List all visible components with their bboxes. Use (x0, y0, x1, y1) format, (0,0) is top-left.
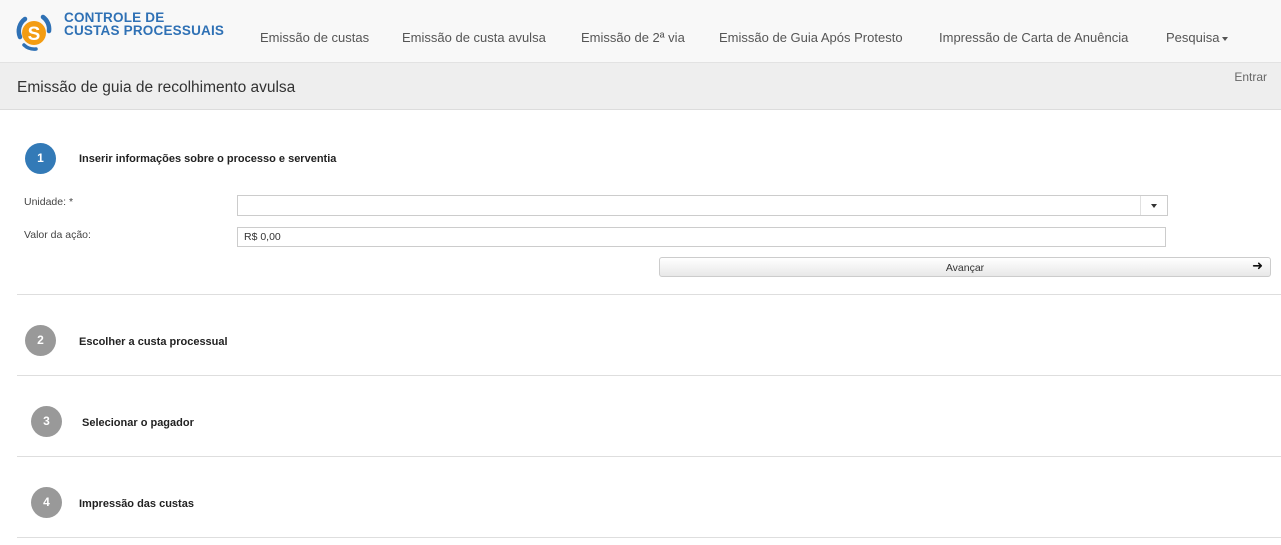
nav-pesquisa-dropdown[interactable]: Pesquisa (1166, 30, 1229, 45)
nav-carta-anuencia[interactable]: Impressão de Carta de Anuência (939, 30, 1128, 45)
step-divider (17, 375, 1281, 376)
step-2-title: Escolher a custa processual (79, 336, 228, 348)
unidade-select[interactable] (237, 195, 1168, 216)
step-divider (17, 456, 1281, 457)
brand-title[interactable]: CONTROLE DE CUSTAS PROCESSUAIS (64, 11, 225, 38)
step-3-title: Selecionar o pagador (82, 417, 194, 429)
step-4-title: Impressão das custas (79, 498, 194, 510)
caret-down-icon (1222, 36, 1229, 41)
page-title: Emissão de guia de recolhimento avulsa (17, 79, 296, 96)
step-divider (17, 294, 1281, 295)
arrow-right-icon: ➜ (1252, 258, 1263, 273)
nav-emissao-custa-avulsa[interactable]: Emissão de custa avulsa (402, 30, 546, 45)
unidade-label: Unidade: * (24, 196, 74, 208)
step-4-badge: 4 (31, 487, 62, 518)
select-arrow[interactable] (1140, 196, 1167, 215)
brand-line-2: CUSTAS PROCESSUAIS (64, 23, 225, 38)
valor-acao-label: Valor da ação: (24, 229, 91, 241)
step-2-badge: 2 (25, 325, 56, 356)
avancar-button[interactable]: Avançar ➜ (659, 257, 1271, 277)
step-1-badge: 1 (25, 143, 56, 174)
top-navbar: S CONTROLE DE CUSTAS PROCESSUAIS Emissão… (0, 0, 1281, 63)
valor-acao-input[interactable] (237, 227, 1166, 247)
step-divider (17, 537, 1281, 538)
avancar-label: Avançar (945, 262, 985, 274)
logo-icon[interactable]: S (14, 11, 54, 51)
login-link[interactable]: Entrar (1234, 70, 1267, 84)
nav-pesquisa-label: Pesquisa (1166, 30, 1220, 45)
nav-emissao-custas[interactable]: Emissão de custas (260, 30, 369, 45)
svg-text:S: S (28, 24, 41, 45)
nav-guia-apos-protesto[interactable]: Emissão de Guia Após Protesto (719, 30, 903, 45)
step-1-title: Inserir informações sobre o processo e s… (79, 153, 337, 165)
step-3-badge: 3 (31, 406, 62, 437)
nav-emissao-2a-via[interactable]: Emissão de 2ª via (581, 30, 685, 45)
caret-down-icon (1151, 203, 1157, 208)
